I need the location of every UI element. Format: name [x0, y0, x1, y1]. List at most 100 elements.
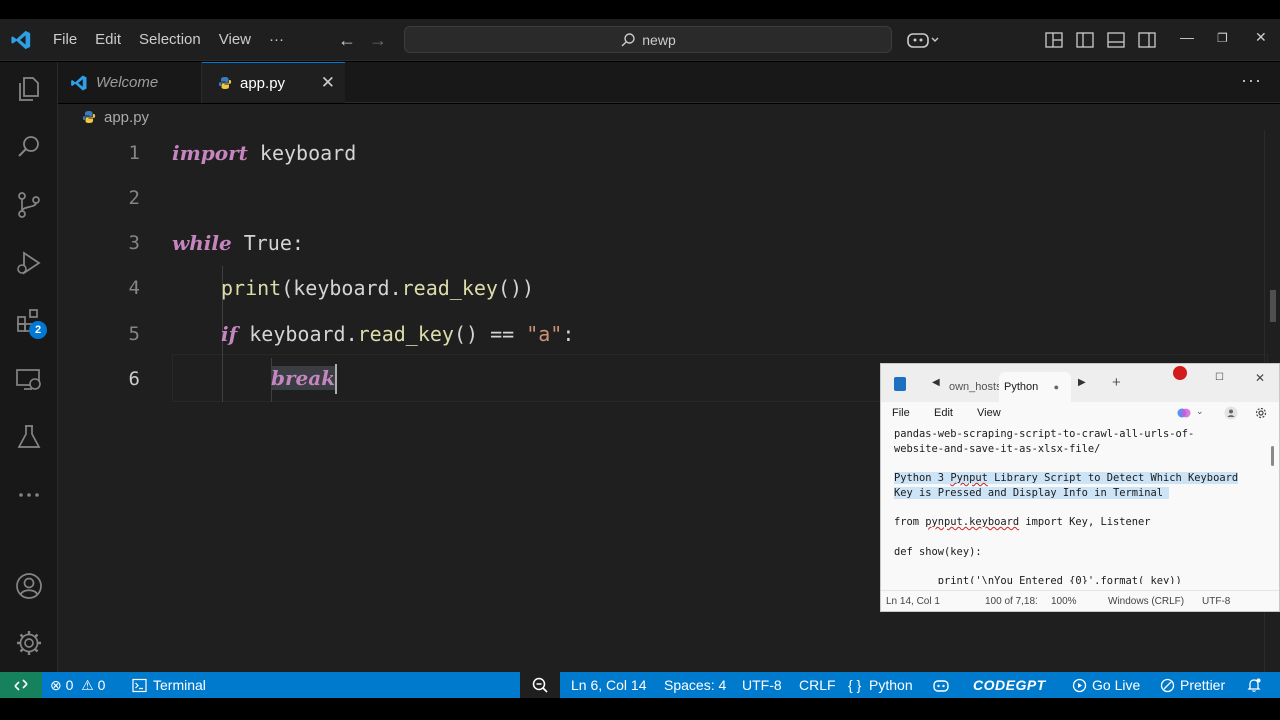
text-line: print('\nYou Entered {0}'.format( key))	[894, 575, 1182, 584]
account-notepad-icon[interactable]	[1224, 406, 1238, 420]
tab-welcome[interactable]: Welcome	[58, 62, 202, 103]
editor-tab-bar: Welcome app.py ✕ ···	[58, 62, 1280, 103]
zoom-out-icon	[532, 677, 548, 693]
search-sidebar-icon[interactable]	[14, 132, 44, 162]
text-line: from pynput.keyboard import Key, Listene…	[894, 516, 1151, 529]
restore-icon[interactable]: ❐	[1217, 31, 1228, 45]
tab-close-icon[interactable]: ✕	[321, 73, 335, 93]
remote-indicator[interactable]	[0, 672, 42, 698]
vscode-logo-icon	[11, 30, 31, 50]
copilot-icon[interactable]	[906, 30, 942, 50]
copilot-status[interactable]	[932, 672, 950, 698]
menu-file[interactable]: File	[44, 26, 86, 54]
accounts-icon[interactable]	[14, 571, 44, 601]
text-line: Key is Pressed and Display Info in Termi…	[894, 486, 1170, 499]
notepad-window: ◀ own_hosts Python ● ▶ + ☐ ✕ File Edit V…	[880, 363, 1280, 612]
notepad-tab-hosts[interactable]: own_hosts	[949, 372, 999, 402]
notepad-zoom: 100%	[1051, 596, 1077, 607]
text-line: def show(key):	[894, 545, 982, 558]
search-icon	[621, 32, 635, 46]
go-live-label: Go Live	[1092, 677, 1141, 693]
more-views-icon[interactable]	[14, 480, 44, 510]
terminal-icon	[132, 678, 147, 692]
cursor-position[interactable]: Ln 6, Col 14	[571, 672, 647, 698]
new-tab-icon[interactable]: +	[1112, 374, 1121, 391]
code-token: True:	[231, 231, 304, 255]
editor-actions-more-icon[interactable]: ···	[1241, 70, 1262, 91]
text-line: pandas-web-scraping-script-to-crawl-all-…	[894, 428, 1195, 440]
notepad-settings-icon[interactable]	[1254, 406, 1268, 420]
menu-edit[interactable]: Edit	[86, 26, 130, 54]
notepad-text-area[interactable]: pandas-web-scraping-script-to-crawl-all-…	[894, 427, 1269, 584]
encoding[interactable]: UTF-8	[742, 672, 782, 698]
notifications-button[interactable]	[1246, 672, 1262, 698]
copilot-dropdown-icon[interactable]: ⌄	[1196, 406, 1204, 417]
code-line-5: 5 if keyboard.read_key() == "a":	[58, 311, 1268, 357]
notepad-menu-edit[interactable]: Edit	[934, 407, 953, 419]
notepad-encoding: UTF-8	[1202, 596, 1231, 607]
toggle-primary-sidebar-icon[interactable]	[1075, 30, 1095, 50]
terminal-button[interactable]: Terminal	[132, 672, 206, 698]
run-debug-icon[interactable]	[14, 248, 44, 278]
selected-keyword-token: break	[271, 365, 336, 390]
editor-scroll-thumb[interactable]	[1270, 290, 1276, 322]
extensions-badge: 2	[29, 321, 47, 339]
forward-arrow-icon[interactable]: →	[369, 30, 387, 51]
warning-count: 0	[97, 677, 106, 693]
tab-welcome-label: Welcome	[96, 74, 159, 91]
remote-explorer-icon[interactable]	[14, 364, 44, 394]
indentation[interactable]: Spaces: 4	[664, 672, 726, 698]
notepad-scroll-thumb[interactable]	[1271, 446, 1274, 466]
explorer-icon[interactable]	[14, 74, 44, 104]
close-window-icon[interactable]: ✕	[1255, 29, 1267, 46]
notepad-menu-bar: File Edit View ⌄	[881, 402, 1279, 426]
python-file-icon	[218, 77, 232, 89]
letterbox-top	[0, 0, 1280, 19]
code-line-2: 2	[58, 175, 1268, 221]
line-number: 5	[128, 323, 140, 345]
notepad-menu-view[interactable]: View	[977, 407, 1001, 419]
keyword-token: if	[221, 322, 238, 346]
end-of-line[interactable]: CRLF	[799, 672, 836, 698]
language-mode[interactable]: { } Python	[848, 672, 913, 698]
copilot-notepad-icon[interactable]	[1177, 406, 1191, 420]
notepad-close-icon[interactable]: ✕	[1255, 371, 1265, 385]
source-control-icon[interactable]	[14, 190, 44, 220]
double-check-icon	[1160, 678, 1175, 692]
minimize-icon[interactable]: —	[1180, 29, 1194, 45]
python-breadcrumb-icon	[82, 111, 96, 123]
back-arrow-icon[interactable]: ←	[338, 30, 356, 51]
unsaved-dot-icon[interactable]: ●	[1054, 382, 1059, 392]
code-token: ())	[497, 276, 535, 300]
language-label: Python	[869, 677, 913, 693]
breadcrumb-file[interactable]: app.py	[104, 109, 149, 126]
code-token: keyboard.	[237, 322, 358, 346]
toggle-panel-icon[interactable]	[1106, 30, 1126, 50]
go-live-button[interactable]: Go Live	[1072, 672, 1140, 698]
string-token: "a"	[526, 322, 563, 346]
zoom-button[interactable]	[520, 672, 560, 698]
toggle-secondary-sidebar-icon[interactable]	[1137, 30, 1157, 50]
command-center-search[interactable]: newp	[404, 26, 892, 53]
text-line: website-and-save-it-as-xlsx-file/	[894, 442, 1101, 455]
tab-scroll-left-icon[interactable]: ◀	[932, 377, 940, 388]
testing-icon[interactable]	[14, 422, 44, 452]
code-line-1: 1 import keyboard	[58, 130, 1268, 176]
error-icon: ⊗	[50, 676, 62, 693]
menu-view[interactable]: View	[210, 26, 260, 54]
codegpt-status[interactable]: CODEGPT	[973, 672, 1046, 698]
notepad-tab-hosts-label: own_hosts	[949, 381, 999, 393]
customize-layout-icon[interactable]	[1044, 30, 1064, 50]
menu-selection[interactable]: Selection	[130, 26, 210, 54]
function-token: print	[221, 276, 282, 300]
settings-gear-icon[interactable]	[14, 628, 44, 658]
tab-app-py[interactable]: app.py ✕	[202, 62, 345, 103]
prettier-status[interactable]: Prettier	[1160, 672, 1225, 698]
problems-indicator[interactable]: ⊗ 0 ⚠ 0	[50, 672, 105, 698]
notepad-tab-python[interactable]: Python ●	[999, 372, 1071, 402]
notepad-maximize-icon[interactable]: ☐	[1215, 372, 1224, 383]
menu-more[interactable]: ···	[260, 26, 293, 54]
prettier-label: Prettier	[1180, 677, 1226, 693]
notepad-menu-file[interactable]: File	[892, 407, 910, 419]
tab-scroll-right-icon[interactable]: ▶	[1078, 377, 1086, 388]
